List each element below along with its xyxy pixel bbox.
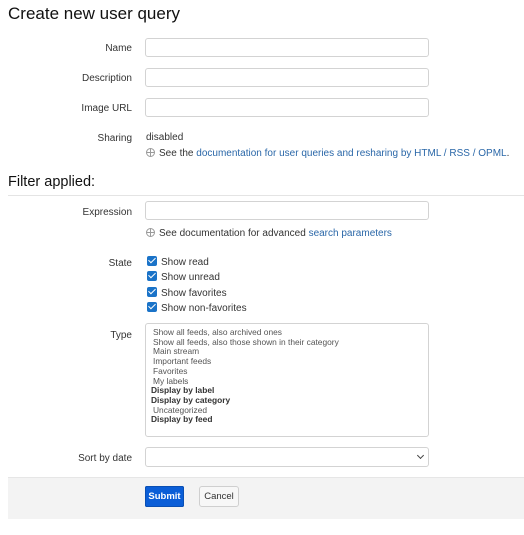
state-option-label: Show favorites <box>161 288 227 299</box>
help-icon <box>146 148 155 157</box>
type-option[interactable]: Favorites <box>151 366 428 377</box>
description-input[interactable] <box>145 68 429 87</box>
section-divider <box>8 195 524 196</box>
state-option-show-read[interactable]: Show read <box>147 256 209 269</box>
sharing-label: Sharing <box>97 133 132 144</box>
state-option-label: Show unread <box>161 272 220 283</box>
expression-label: Expression <box>82 207 132 218</box>
sharing-docs-link[interactable]: documentation for user queries and resha… <box>196 148 506 159</box>
type-label: Type <box>110 330 132 341</box>
type-option-group: Display by feed <box>151 414 213 425</box>
form-actions-bar <box>8 477 524 519</box>
state-option-label: Show non-favorites <box>161 303 247 314</box>
expression-help-prefix: See documentation for advanced <box>159 228 306 239</box>
search-parameters-link[interactable]: search parameters <box>309 228 392 239</box>
state-option-label: Show read <box>161 257 209 268</box>
sort-label: Sort by date <box>78 453 132 464</box>
checkbox-checked-icon[interactable] <box>147 256 157 266</box>
sharing-help-suffix: . <box>506 148 510 159</box>
state-option-show-non-favorites[interactable]: Show non-favorites <box>147 302 247 315</box>
sharing-help-prefix: See the <box>159 148 194 159</box>
page-title: Create new user query <box>8 4 180 23</box>
state-option-show-unread[interactable]: Show unread <box>147 271 220 284</box>
state-option-show-favorites[interactable]: Show favorites <box>147 287 227 300</box>
name-input[interactable] <box>145 38 429 57</box>
help-icon <box>146 228 155 237</box>
state-label: State <box>108 258 132 269</box>
type-option[interactable]: Important feeds <box>151 356 428 367</box>
sharing-help: See the documentation for user queries a… <box>146 148 509 159</box>
name-label: Name <box>105 43 132 54</box>
expression-help: See documentation for advanced search pa… <box>146 228 392 239</box>
checkbox-checked-icon[interactable] <box>147 271 157 281</box>
submit-button[interactable]: Submit <box>145 486 184 507</box>
filter-heading: Filter applied: <box>8 174 96 190</box>
type-listbox[interactable]: Show all feeds, also archived ones Show … <box>145 323 429 437</box>
image-url-input[interactable] <box>145 98 429 117</box>
cancel-button[interactable]: Cancel <box>199 486 239 507</box>
expression-input[interactable] <box>145 201 429 220</box>
description-label: Description <box>81 73 132 84</box>
checkbox-checked-icon[interactable] <box>147 302 157 312</box>
checkbox-checked-icon[interactable] <box>147 287 157 297</box>
chevron-down-icon <box>416 451 425 460</box>
image-url-label: Image URL <box>81 103 132 114</box>
sharing-value: disabled <box>146 132 184 143</box>
sort-select[interactable] <box>145 447 429 467</box>
